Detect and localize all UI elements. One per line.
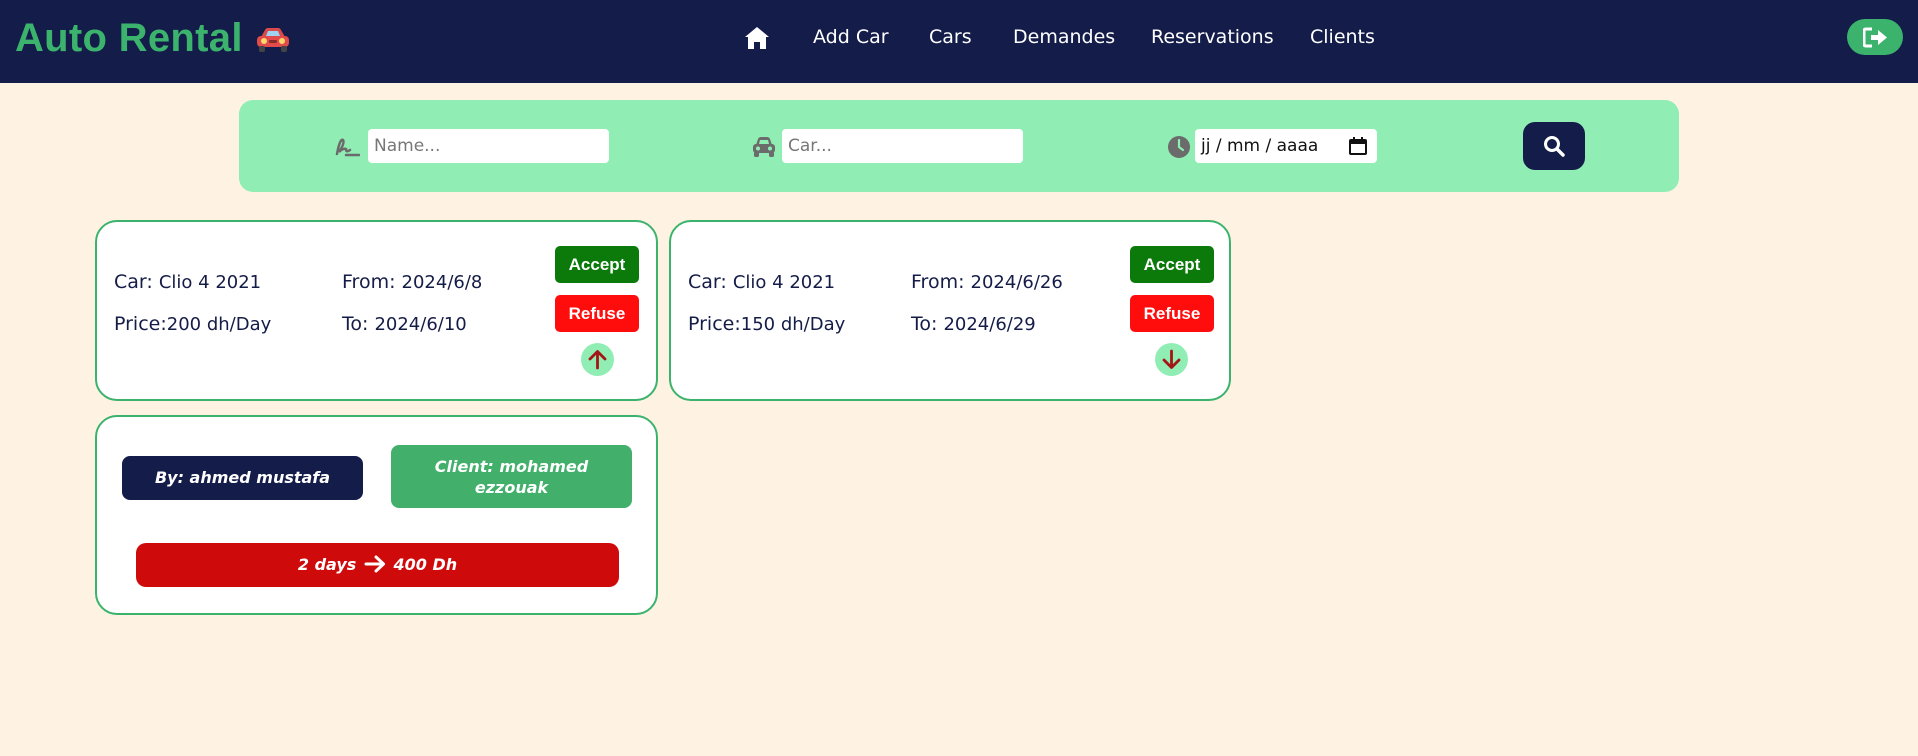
total-days: 2 days — [297, 555, 357, 574]
from-field: From: 2024/6/26 — [911, 271, 1063, 293]
clock-icon — [1168, 136, 1190, 158]
nav-add-car[interactable]: Add Car — [813, 26, 889, 48]
to-field: To: 2024/6/10 — [342, 313, 467, 335]
search-date-input[interactable]: jj / mm / aaaa — [1195, 129, 1377, 163]
nav-clients[interactable]: Clients — [1310, 26, 1375, 48]
to-field: To: 2024/6/29 — [911, 313, 1036, 335]
search-button[interactable] — [1523, 122, 1585, 170]
expand-details-button[interactable] — [1155, 343, 1188, 376]
search-name-input[interactable] — [368, 129, 609, 163]
signature-icon — [335, 138, 360, 157]
accept-button[interactable]: Accept — [555, 246, 639, 283]
from-field: From: 2024/6/8 — [342, 271, 483, 293]
top-navbar: Auto Rental Add Car Cars Demandes Reserv… — [0, 0, 1918, 83]
sign-out-icon — [1863, 27, 1887, 48]
arrow-right-icon — [364, 555, 385, 573]
total-amount: 400 Dh — [393, 555, 458, 574]
search-bar: jj / mm / aaaa — [239, 100, 1679, 192]
car-icon — [753, 137, 775, 157]
date-placeholder: jj / mm / aaaa — [1201, 136, 1319, 156]
client-badge: Client: mohamed ezzouak — [391, 445, 632, 508]
accept-button[interactable]: Accept — [1130, 246, 1214, 283]
price-field: Price:200 dh/Day — [114, 313, 272, 335]
demande-details-card: By: ahmed mustafa Client: mohamed ezzoua… — [95, 415, 658, 615]
refuse-button[interactable]: Refuse — [1130, 295, 1214, 332]
search-icon — [1544, 136, 1565, 157]
nav-demandes[interactable]: Demandes — [1013, 26, 1115, 48]
car-emoji-icon — [257, 28, 289, 52]
logout-button[interactable] — [1847, 19, 1903, 55]
nav-reservations[interactable]: Reservations — [1151, 26, 1274, 48]
home-icon[interactable] — [744, 26, 770, 50]
demande-card: Car: Clio 4 2021 Price:150 dh/Day From: … — [669, 220, 1231, 401]
nav-cars[interactable]: Cars — [929, 26, 972, 48]
car-field: Car: Clio 4 2021 — [114, 271, 262, 293]
search-car-input[interactable] — [782, 129, 1023, 163]
refuse-button[interactable]: Refuse — [555, 295, 639, 332]
demande-card: Car: Clio 4 2021 Price:200 dh/Day From: … — [95, 220, 658, 401]
arrow-up-icon — [588, 350, 607, 370]
arrow-down-icon — [1162, 349, 1181, 369]
brand-title[interactable]: Auto Rental — [15, 16, 243, 61]
price-field: Price:150 dh/Day — [688, 313, 846, 335]
calendar-icon[interactable] — [1349, 137, 1367, 155]
booked-by-badge: By: ahmed mustafa — [122, 456, 363, 500]
collapse-details-button[interactable] — [581, 343, 614, 376]
total-badge: 2 days 400 Dh — [136, 543, 619, 587]
car-field: Car: Clio 4 2021 — [688, 271, 836, 293]
